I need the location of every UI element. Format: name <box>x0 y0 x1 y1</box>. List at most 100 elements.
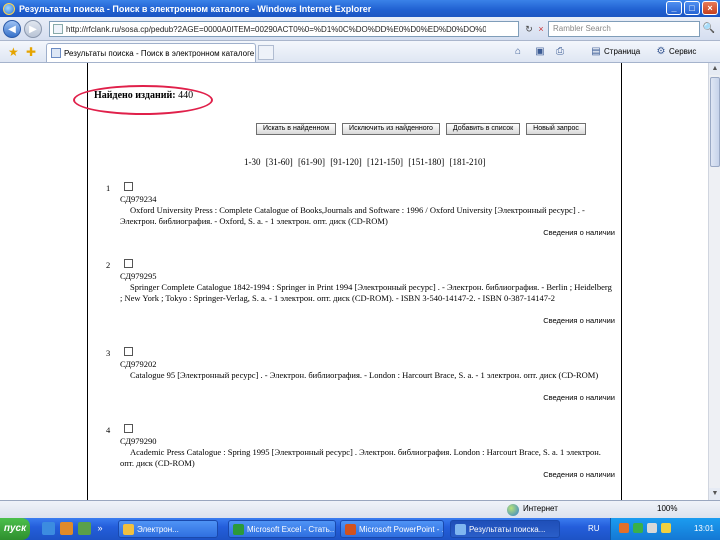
taskbar-item[interactable]: Microsoft Excel - Стать... <box>228 520 336 538</box>
record-number: 4 <box>106 425 111 435</box>
language-indicator[interactable]: RU <box>588 524 600 533</box>
availability-link[interactable]: Сведения о наличии <box>543 315 615 326</box>
print-icon: ⎙ <box>556 46 564 57</box>
record-checkbox[interactable] <box>124 182 133 191</box>
new-tab-button[interactable] <box>258 45 274 60</box>
maximize-button[interactable]: □ <box>684 1 700 15</box>
result-record: 1 СД979234 Oxford University Press : Com… <box>100 182 615 245</box>
feeds-button[interactable]: ▣ <box>534 45 546 59</box>
taskbar-item-label: Microsoft PowerPoint - ... <box>359 524 444 534</box>
record-checkbox[interactable] <box>124 424 133 433</box>
page-link[interactable]: [121-150] <box>367 157 403 167</box>
tray-security-icon[interactable] <box>661 523 671 533</box>
tools-menu[interactable]: ⚙ Сервис <box>655 45 697 59</box>
home-button[interactable]: ⌂ <box>512 45 524 59</box>
record-code: СД979234 <box>120 194 157 204</box>
search-in-results-button[interactable]: Искать в найденном <box>256 123 337 135</box>
tray-volume-icon[interactable] <box>647 523 657 533</box>
quicklaunch-ie-icon[interactable] <box>42 522 55 535</box>
forward-button[interactable]: ▶ <box>24 19 42 38</box>
result-record: 2 СД979295 Springer Complete Catalogue 1… <box>100 259 615 330</box>
address-input[interactable]: http://rfclank.ru/sosa.cp/pedub?2AGE=000… <box>66 25 486 34</box>
stop-icon[interactable]: × <box>534 22 548 36</box>
quicklaunch-more-icon[interactable]: » <box>95 522 105 535</box>
vertical-scrollbar[interactable]: ▲ ▼ <box>708 63 720 500</box>
page-menu-label: Страница <box>604 47 641 56</box>
tray-app-icon[interactable] <box>619 523 629 533</box>
tray-network-icon[interactable] <box>633 523 643 533</box>
scroll-down-icon[interactable]: ▼ <box>709 488 720 500</box>
page-link[interactable]: [151-180] <box>408 157 444 167</box>
command-bar: ★ ✚ Результаты поиска - Поиск в электрон… <box>0 41 720 63</box>
search-results-page: Найдено изданий: 440 Искать в найденном … <box>73 63 622 500</box>
add-to-list-button[interactable]: Добавить в список <box>445 123 521 135</box>
result-actions: Искать в найденном Исключить из найденно… <box>256 123 586 135</box>
close-button[interactable]: × <box>702 1 718 15</box>
taskbar-item-label: Результаты поиска... <box>469 524 546 534</box>
home-icon: ⌂ <box>514 46 522 57</box>
result-record: 4 СД979290 Academic Press Catalogue : Sp… <box>100 424 615 487</box>
page-link[interactable]: [61-90] <box>298 157 325 167</box>
internet-explorer-icon <box>455 523 466 535</box>
taskbar-item[interactable]: Microsoft PowerPoint - ... <box>340 520 444 538</box>
zoom-level[interactable]: 100% <box>657 504 677 513</box>
record-number: 1 <box>106 183 111 193</box>
powerpoint-icon <box>345 523 356 535</box>
page-icon <box>53 24 63 34</box>
page-link[interactable]: [91-120] <box>330 157 362 167</box>
window-title: Результаты поиска - Поиск в электронном … <box>19 3 372 14</box>
back-button[interactable]: ◀ <box>3 19 21 38</box>
scroll-up-icon[interactable]: ▲ <box>709 63 720 75</box>
scroll-thumb[interactable] <box>710 77 720 167</box>
record-number: 3 <box>106 348 111 358</box>
tab-page-icon <box>51 48 61 58</box>
add-favorites-icon[interactable]: ✚ <box>26 45 40 59</box>
page-link[interactable]: [31-60] <box>266 157 293 167</box>
tools-menu-label: Сервис <box>669 47 697 56</box>
print-button[interactable]: ⎙ <box>554 45 566 59</box>
window-title-bar: Результаты поиска - Поиск в электронном … <box>0 0 720 17</box>
folder-icon <box>123 523 134 535</box>
page-current: 1-30 <box>244 157 261 167</box>
excel-icon <box>233 523 244 535</box>
address-bar[interactable]: http://rfclank.ru/sosa.cp/pedub?2AGE=000… <box>49 21 519 37</box>
search-input[interactable]: Rambler Search <box>548 21 700 37</box>
window-controls: _ □ × <box>666 1 718 15</box>
record-description: Oxford University Press : Complete Catal… <box>120 205 585 226</box>
feeds-icon: ▣ <box>535 46 545 57</box>
pagination: 1-30 [31-60] [61-90] [91-120] [121-150] … <box>244 157 489 167</box>
start-button[interactable]: пуск <box>0 518 30 540</box>
minimize-button[interactable]: _ <box>666 1 682 15</box>
globe-icon <box>507 504 519 516</box>
availability-link[interactable]: Сведения о наличии <box>543 227 615 238</box>
taskbar-item-label: Microsoft Excel - Стать... <box>247 524 336 534</box>
new-query-button[interactable]: Новый запрос <box>526 123 586 135</box>
quicklaunch-media-icon[interactable] <box>60 522 73 535</box>
navigation-bar: ◀ ▶ http://rfclank.ru/sosa.cp/pedub?2AGE… <box>0 17 720 41</box>
record-checkbox[interactable] <box>124 347 133 356</box>
security-zone: Интернет <box>523 504 558 513</box>
page-link[interactable]: [181-210] <box>450 157 486 167</box>
result-record: 3 СД979202 Catalogue 95 [Электронный рес… <box>100 347 615 410</box>
record-description: Academic Press Catalogue : Spring 1995 [… <box>120 447 601 468</box>
favorites-star-icon[interactable]: ★ <box>8 45 22 59</box>
quicklaunch-desktop-icon[interactable] <box>78 522 91 535</box>
record-code: СД979202 <box>120 359 157 369</box>
record-description: Catalogue 95 [Электронный ресурс] . - Эл… <box>130 370 599 380</box>
browser-tab[interactable]: Результаты поиска - Поиск в электронном … <box>46 43 256 62</box>
gear-icon: ⚙ <box>656 46 666 57</box>
clock[interactable]: 13:01 <box>694 524 714 533</box>
exclude-from-results-button[interactable]: Исключить из найденного <box>342 123 440 135</box>
search-icon[interactable]: 🔍 <box>702 22 716 36</box>
found-count: 440 <box>178 90 194 101</box>
status-bar: Интернет 100% <box>0 500 720 518</box>
page-viewport: Найдено изданий: 440 Искать в найденном … <box>0 63 708 500</box>
page-menu[interactable]: ▤ Страница <box>590 45 640 59</box>
taskbar-item[interactable]: Электрон... <box>118 520 218 538</box>
record-code: СД979290 <box>120 436 157 446</box>
availability-link[interactable]: Сведения о наличии <box>543 392 615 403</box>
record-checkbox[interactable] <box>124 259 133 268</box>
availability-link[interactable]: Сведения о наличии <box>543 469 615 480</box>
record-number: 2 <box>106 260 111 270</box>
taskbar-item-active[interactable]: Результаты поиска... <box>450 520 560 538</box>
